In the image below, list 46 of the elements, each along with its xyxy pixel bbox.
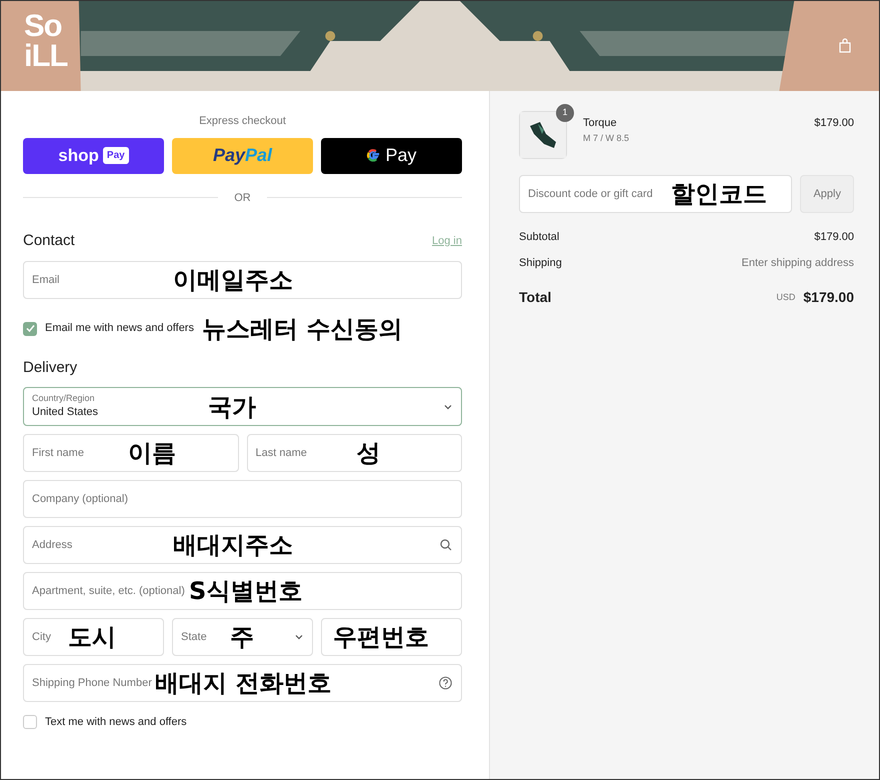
currency-code: USD [776,290,796,304]
search-icon [440,539,452,551]
total-value: $179.00 [803,288,854,307]
annotation-text: 이메일주소 [173,268,293,292]
checkbox-label: Text me with news and offers [45,715,187,730]
product-name: Torque [583,116,618,131]
annotation-text: 뉴스레터 수신동의 [202,316,402,340]
section-heading: Delivery [23,358,78,378]
section-title: Express checkout [198,114,287,129]
checkbox-label: Email me with news and offers [45,321,194,336]
product-variant: M 7 / W 8.5 [583,132,630,144]
annotation-text: 도시 [68,625,116,649]
product-price: $179.00 [814,116,854,131]
annotation-text: 할인코드 [671,182,767,206]
annotation-text: 주 [230,625,254,649]
annotation-text: 배대지주소 [173,533,293,557]
annotation-text: 성 [356,441,380,465]
help-icon[interactable] [439,676,452,690]
summary-value: Enter shipping address [741,256,854,270]
divider-text: OR [234,190,251,206]
check-icon [26,324,34,333]
chevron-down-icon [295,634,303,640]
quantity-badge: 1 [556,104,574,122]
section-heading: Contact [23,231,75,251]
checkbox[interactable] [23,322,37,336]
logo-text: So [24,11,63,41]
input-field[interactable] [321,618,462,656]
annotation-text: 국가 [208,394,256,418]
payment-button[interactable]: shop Pay [23,138,164,174]
annotation-text: 배대지 전화번호 [155,671,332,695]
summary-label: Shipping [519,256,562,270]
apply-button[interactable]: Apply [800,175,854,213]
chevron-down-icon [444,404,452,409]
payment-button[interactable]: PayPal [172,138,313,174]
annotation-text: S식별번호 [189,579,302,603]
g-logo-icon [366,148,382,163]
total-label: Total [519,288,552,307]
summary-value: $179.00 [814,230,854,245]
input-field[interactable]: Company (optional) [23,480,462,518]
checkbox[interactable] [23,715,37,730]
summary-label: Subtotal [519,230,560,245]
logo-text: iLL [24,41,68,71]
annotation-text: 이름 [128,441,176,465]
shopping-bag-icon[interactable] [839,38,851,53]
annotation-text: 우편번호 [333,625,429,649]
payment-button[interactable]: Pay [321,138,462,174]
